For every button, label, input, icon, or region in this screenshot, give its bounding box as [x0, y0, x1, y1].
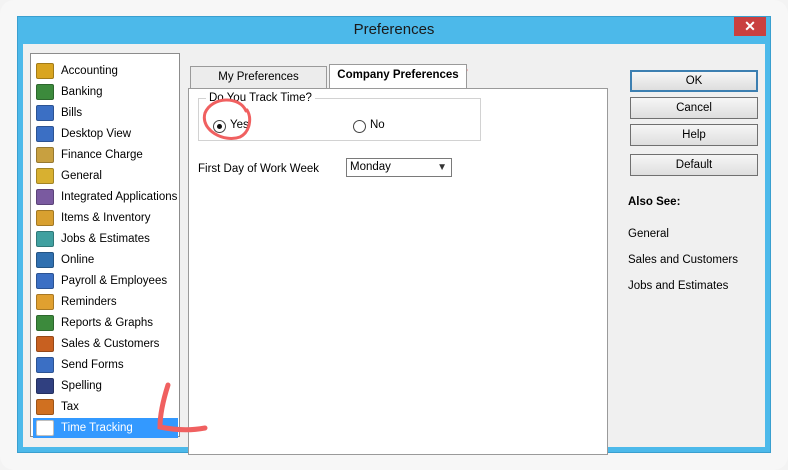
sidebar-item-label: Desktop View — [61, 128, 132, 140]
sidebar-item-label: Payroll & Employees — [61, 275, 168, 287]
sidebar-item-label: Jobs & Estimates — [61, 233, 150, 245]
track-time-group-title: Do You Track Time? — [206, 92, 315, 104]
items-inventory-icon — [36, 210, 54, 226]
no-label: No — [370, 119, 385, 131]
reports-graphs-icon — [36, 315, 54, 331]
banking-icon — [36, 84, 54, 100]
sidebar-item-reminders[interactable]: Reminders — [33, 292, 178, 312]
sidebar-item-banking[interactable]: Banking — [33, 82, 178, 102]
sidebar-item-spelling[interactable]: Spelling — [33, 376, 178, 396]
preferences-category-list: Accounting Banking Bills Desktop View Fi… — [30, 53, 180, 438]
general-icon — [36, 168, 54, 184]
company-preferences-panel: Do You Track Time? Yes No First Day of W… — [188, 88, 608, 455]
chevron-down-icon[interactable]: ▼ — [437, 159, 447, 176]
first-day-work-week-select[interactable]: Monday ▼ — [346, 158, 452, 177]
radio-button-yes[interactable] — [213, 120, 226, 133]
tab-company-preferences[interactable]: Company Preferences — [329, 64, 467, 88]
integrated-applications-icon — [36, 189, 54, 205]
help-button[interactable]: Help — [630, 124, 758, 146]
sidebar-item-send-forms[interactable]: Send Forms — [33, 355, 178, 375]
sidebar-item-time-tracking[interactable]: Time Tracking — [33, 418, 178, 438]
online-icon — [36, 252, 54, 268]
desktop-view-icon — [36, 126, 54, 142]
sidebar-item-label: General — [61, 170, 102, 182]
sidebar-item-label: Sales & Customers — [61, 338, 160, 350]
sidebar-item-bills[interactable]: Bills — [33, 103, 178, 123]
track-time-group: Do You Track Time? Yes No — [198, 92, 481, 141]
sidebar-item-label: Send Forms — [61, 359, 124, 371]
sidebar-item-desktop-view[interactable]: Desktop View — [33, 124, 178, 144]
sidebar-item-label: Finance Charge — [61, 149, 143, 161]
also-see-link-general[interactable]: General — [628, 228, 669, 240]
bills-icon — [36, 105, 54, 121]
first-day-work-week-label: First Day of Work Week — [198, 163, 319, 175]
sidebar-item-integrated-applications[interactable]: Integrated Applications — [33, 187, 178, 207]
tax-icon — [36, 399, 54, 415]
preferences-window: Preferences ✕ Accounting Banking Bills D… — [17, 16, 771, 455]
tab-my-preferences[interactable]: My Preferences — [190, 66, 327, 88]
yes-label: Yes — [230, 119, 249, 131]
also-see-link-sales-customers[interactable]: Sales and Customers — [628, 254, 738, 266]
sidebar-item-label: Spelling — [61, 380, 102, 392]
sidebar-item-jobs-estimates[interactable]: Jobs & Estimates — [33, 229, 178, 249]
sidebar-item-accounting[interactable]: Accounting — [33, 61, 178, 81]
radio-button-no[interactable] — [353, 120, 366, 133]
payroll-employees-icon — [36, 273, 54, 289]
sidebar-item-tax[interactable]: Tax — [33, 397, 178, 417]
sidebar-item-finance-charge[interactable]: Finance Charge — [33, 145, 178, 165]
sidebar-item-general[interactable]: General — [33, 166, 178, 186]
selected-day-value: Monday — [350, 161, 391, 173]
sidebar-item-label: Accounting — [61, 65, 118, 77]
sales-customers-icon — [36, 336, 54, 352]
sidebar-item-items-inventory[interactable]: Items & Inventory — [33, 208, 178, 228]
sidebar-item-label: Reminders — [61, 296, 117, 308]
sidebar-item-label: Items & Inventory — [61, 212, 151, 224]
sidebar-item-label: Tax — [61, 401, 79, 413]
sidebar-item-label: Reports & Graphs — [61, 317, 154, 329]
sidebar-item-online[interactable]: Online — [33, 250, 178, 270]
finance-charge-icon — [36, 147, 54, 163]
spelling-icon — [36, 378, 54, 394]
sidebar-item-label: Online — [61, 254, 95, 266]
sidebar-item-label: Bills — [61, 107, 83, 119]
send-forms-icon — [36, 357, 54, 373]
also-see-heading: Also See: — [628, 196, 681, 208]
close-button[interactable]: ✕ — [734, 17, 766, 36]
sidebar-item-label: Time Tracking — [61, 422, 133, 434]
sidebar-item-label: Integrated Applications — [61, 191, 178, 203]
accounting-icon — [36, 63, 54, 79]
jobs-estimates-icon — [36, 231, 54, 247]
also-see-link-jobs-estimates[interactable]: Jobs and Estimates — [628, 280, 728, 292]
screenshot-frame: Preferences ✕ Accounting Banking Bills D… — [0, 0, 788, 470]
cancel-button[interactable]: Cancel — [630, 97, 758, 119]
title-bar: Preferences ✕ — [18, 17, 770, 44]
time-tracking-icon — [36, 420, 54, 436]
dialog-client-area: Accounting Banking Bills Desktop View Fi… — [23, 44, 765, 455]
sidebar-item-payroll-employees[interactable]: Payroll & Employees — [33, 271, 178, 291]
default-button[interactable]: Default — [630, 154, 758, 176]
sidebar-item-sales-customers[interactable]: Sales & Customers — [33, 334, 178, 354]
sidebar-item-reports-graphs[interactable]: Reports & Graphs — [33, 313, 178, 333]
reminders-icon — [36, 294, 54, 310]
window-title: Preferences — [353, 21, 435, 38]
ok-button[interactable]: OK — [630, 70, 758, 92]
sidebar-item-label: Banking — [61, 86, 103, 98]
